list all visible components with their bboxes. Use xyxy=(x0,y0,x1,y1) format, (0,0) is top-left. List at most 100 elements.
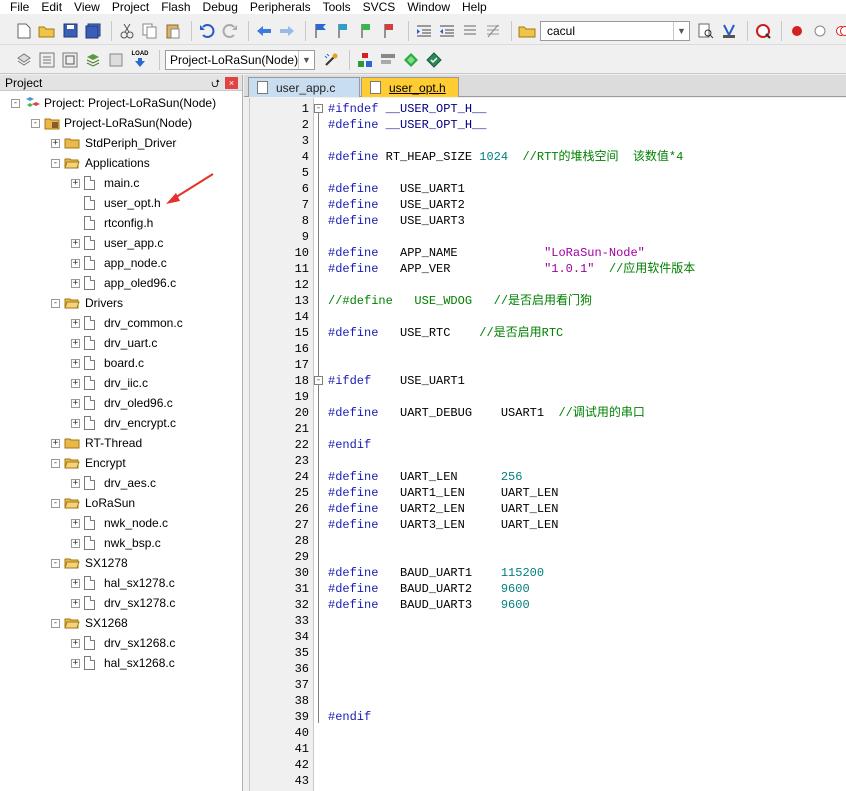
tree-file-app-oled96-c[interactable]: + app_oled96.c xyxy=(71,273,176,293)
collapse-icon[interactable]: - xyxy=(31,118,40,128)
tree-file-drv-uart-c[interactable]: + drv_uart.c xyxy=(71,333,157,353)
pack-installer-icon[interactable] xyxy=(424,50,444,70)
code-line[interactable]: #define USE_UART1 xyxy=(328,181,465,197)
collapse-icon[interactable]: - xyxy=(11,98,20,108)
code-line[interactable]: #define APP_VER "1.0.1" //应用软件版本 xyxy=(328,261,695,277)
expand-icon[interactable]: + xyxy=(71,378,80,388)
incremental-find-icon[interactable] xyxy=(719,21,739,41)
redo-icon[interactable] xyxy=(220,21,240,41)
file-extensions-icon[interactable] xyxy=(378,50,398,70)
tree-file-drv-aes-c[interactable]: + drv_aes.c xyxy=(71,473,156,493)
tree-group-stdperiph-driver[interactable]: + StdPeriph_Driver xyxy=(51,133,176,153)
batch-build-icon[interactable] xyxy=(83,50,103,70)
tree-group-sx1268[interactable]: - SX1268 xyxy=(51,613,128,633)
tab-user-app[interactable]: user_app.c xyxy=(248,77,360,97)
find-combo[interactable]: cacul ▼ xyxy=(540,20,690,41)
tree-group-encrypt[interactable]: - Encrypt xyxy=(51,453,126,473)
undo-icon[interactable] xyxy=(197,21,217,41)
menu-help[interactable]: Help xyxy=(456,0,493,14)
comment-icon[interactable] xyxy=(460,21,480,41)
code-line[interactable]: #define __USER_OPT_H__ xyxy=(328,117,486,133)
tree-file-nwk-node-c[interactable]: + nwk_node.c xyxy=(71,513,168,533)
fold-collapse-icon[interactable]: - xyxy=(314,376,323,385)
code-line[interactable]: #ifdef USE_UART1 xyxy=(328,373,465,389)
expand-icon[interactable]: + xyxy=(71,518,80,528)
code-line[interactable]: #define UART_DEBUG USART1 //调试用的串口 xyxy=(328,405,645,421)
code-line[interactable]: #define BAUD_UART1 115200 xyxy=(328,565,544,581)
expand-icon[interactable]: + xyxy=(71,658,80,668)
chevron-down-icon[interactable]: ▼ xyxy=(673,21,689,40)
tree-file-drv-oled96-c[interactable]: + drv_oled96.c xyxy=(71,393,173,413)
cut-icon[interactable] xyxy=(117,21,137,41)
menu-window[interactable]: Window xyxy=(401,0,456,14)
tree-file-nwk-bsp-c[interactable]: + nwk_bsp.c xyxy=(71,533,161,553)
collapse-icon[interactable]: - xyxy=(51,558,60,568)
new-file-icon[interactable] xyxy=(14,21,34,41)
expand-icon[interactable]: + xyxy=(71,258,80,268)
tree-file-rtconfig-h[interactable]: rtconfig.h xyxy=(71,213,153,233)
tree-group-drivers[interactable]: - Drivers xyxy=(51,293,123,313)
find-in-files-icon[interactable] xyxy=(517,21,537,41)
expand-icon[interactable]: + xyxy=(71,178,80,188)
code-line[interactable]: #endif xyxy=(328,437,371,453)
expand-icon[interactable]: + xyxy=(71,398,80,408)
menu-tools[interactable]: Tools xyxy=(317,0,357,14)
target-select[interactable]: Project-LoRaSun(Node) ▼ xyxy=(165,49,315,70)
code-line[interactable]: #define BAUD_UART2 9600 xyxy=(328,581,530,597)
find-document-icon[interactable] xyxy=(696,21,716,41)
menu-edit[interactable]: Edit xyxy=(35,0,68,14)
collapse-icon[interactable]: - xyxy=(51,158,60,168)
expand-icon[interactable]: + xyxy=(71,358,80,368)
expand-icon[interactable]: + xyxy=(71,278,80,288)
rebuild-icon[interactable] xyxy=(60,50,80,70)
code-line[interactable]: #define UART3_LEN UART_LEN xyxy=(328,517,558,533)
expand-icon[interactable]: + xyxy=(51,138,60,148)
tree-file-drv-common-c[interactable]: + drv_common.c xyxy=(71,313,183,333)
expand-icon[interactable]: + xyxy=(51,438,60,448)
tree-file-drv-iic-c[interactable]: + drv_iic.c xyxy=(71,373,148,393)
menu-debug[interactable]: Debug xyxy=(197,0,244,14)
tree-file-drv-encrypt-c[interactable]: + drv_encrypt.c xyxy=(71,413,176,433)
tree-file-user-app-c[interactable]: + user_app.c xyxy=(71,233,163,253)
tree-file-drv-sx1268-c[interactable]: + drv_sx1268.c xyxy=(71,633,175,653)
open-folder-icon[interactable] xyxy=(37,21,57,41)
collapse-icon[interactable]: - xyxy=(51,298,60,308)
tree-file-hal-sx1268-c[interactable]: + hal_sx1268.c xyxy=(71,653,175,673)
expand-icon[interactable]: + xyxy=(71,318,80,328)
tree-file-app-node-c[interactable]: + app_node.c xyxy=(71,253,167,273)
breakpoint-disable-icon[interactable] xyxy=(810,21,830,41)
save-icon[interactable] xyxy=(60,21,80,41)
fold-collapse-icon[interactable]: - xyxy=(314,104,323,113)
target-options-icon[interactable] xyxy=(321,50,341,70)
code-line[interactable]: #define USE_UART2 xyxy=(328,197,465,213)
close-icon[interactable]: × xyxy=(225,77,238,89)
collapse-icon[interactable]: - xyxy=(51,498,60,508)
bookmark-prev-icon[interactable] xyxy=(334,21,354,41)
tree-group-lorasun[interactable]: - LoRaSun xyxy=(51,493,135,513)
code-line[interactable]: #endif xyxy=(328,709,371,725)
expand-icon[interactable]: + xyxy=(71,478,80,488)
code-line[interactable]: #define USE_RTC //是否启用RTC xyxy=(328,325,563,341)
tree-group-applications[interactable]: - Applications xyxy=(51,153,150,173)
build-icon[interactable] xyxy=(37,50,57,70)
tree-group-rt-thread[interactable]: + RT-Thread xyxy=(51,433,142,453)
translate-icon[interactable] xyxy=(14,50,34,70)
unindent-icon[interactable] xyxy=(437,21,457,41)
code-line[interactable]: #define UART1_LEN UART_LEN xyxy=(328,485,558,501)
breakpoint-insert-icon[interactable] xyxy=(787,21,807,41)
tree-group-sx1278[interactable]: - SX1278 xyxy=(51,553,128,573)
paste-icon[interactable] xyxy=(163,21,183,41)
navigate-back-icon[interactable] xyxy=(254,21,274,41)
expand-icon[interactable]: + xyxy=(71,578,80,588)
collapse-icon[interactable]: - xyxy=(51,618,60,628)
chevron-down-icon[interactable]: ▼ xyxy=(298,50,314,69)
code-line[interactable]: #define APP_NAME "LoRaSun-Node" xyxy=(328,245,645,261)
manage-components-icon[interactable] xyxy=(355,50,375,70)
tree-file-main-c[interactable]: + main.c xyxy=(71,173,139,193)
code-line[interactable]: #define USE_UART3 xyxy=(328,213,465,229)
stop-build-icon[interactable] xyxy=(106,50,126,70)
collapse-icon[interactable]: - xyxy=(51,458,60,468)
bookmark-next-icon[interactable] xyxy=(357,21,377,41)
tree-project-root[interactable]: - Project: Project-LoRaSun(Node) xyxy=(11,93,216,113)
menu-peripherals[interactable]: Peripherals xyxy=(244,0,317,14)
